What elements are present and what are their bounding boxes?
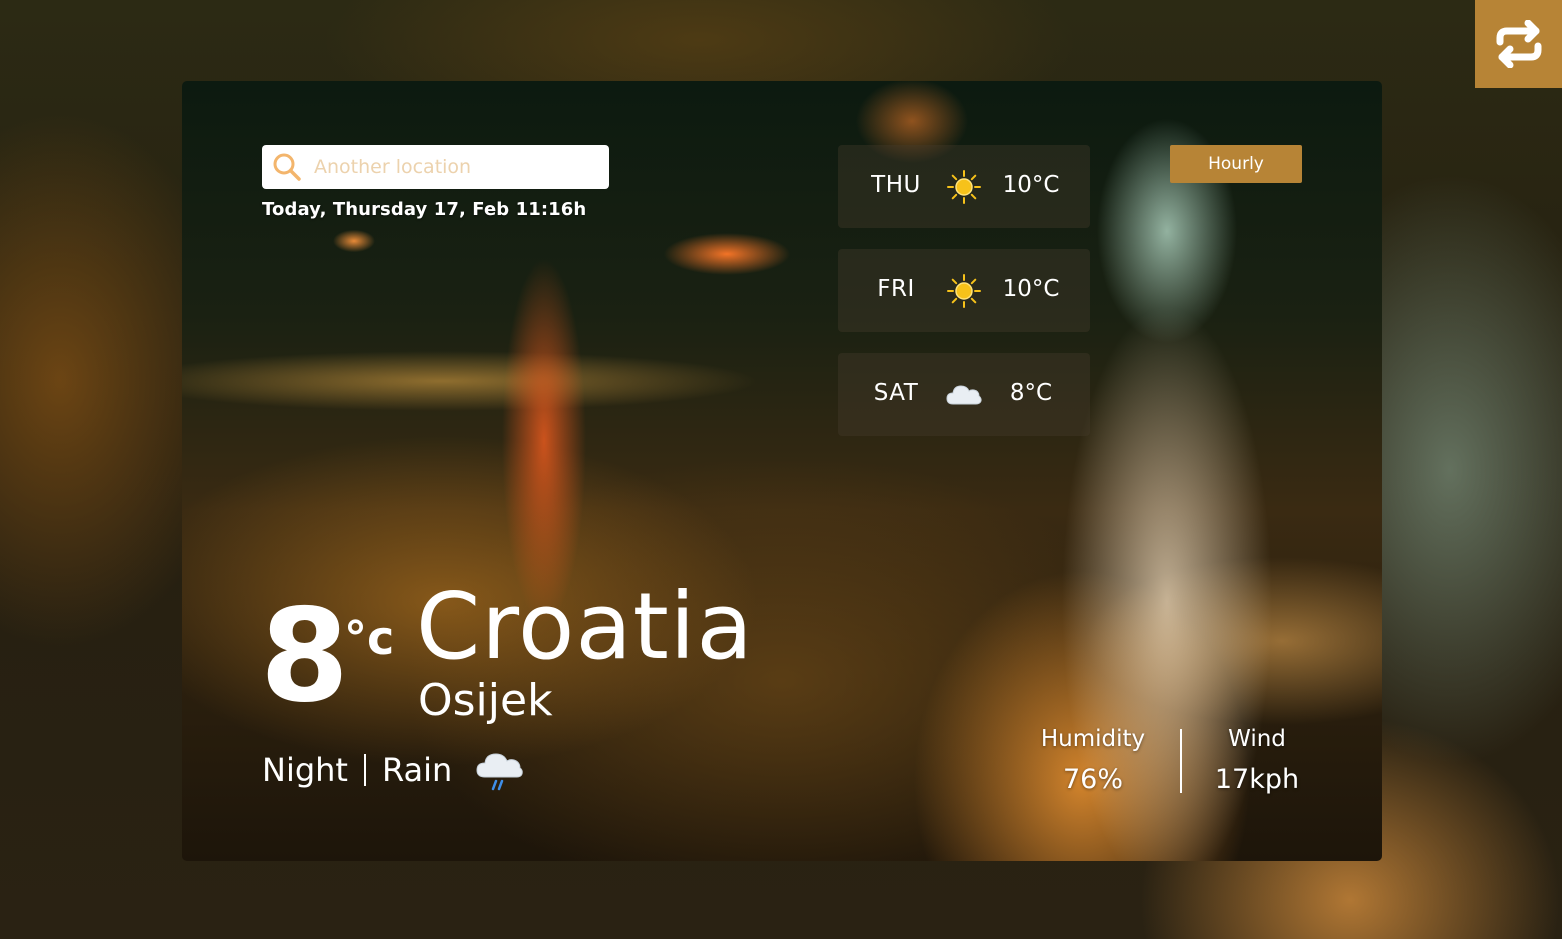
weather-stats: Humidity 76% Wind 17kph (1022, 725, 1312, 795)
forecast-item-fri: FRI 10°C (838, 249, 1090, 332)
forecast-temp: 8°C (1009, 380, 1053, 406)
wind-stat: Wind 17kph (1192, 725, 1322, 797)
forecast-item-sat: SAT 8°C (838, 353, 1090, 436)
current-temperature: 8 (260, 582, 349, 731)
wind-value: 17kph (1214, 764, 1300, 795)
search-icon (273, 153, 301, 181)
rain-cloud-icon (476, 753, 524, 791)
temperature-unit: °c (344, 611, 395, 665)
humidity-label: Humidity (1040, 726, 1146, 752)
forecast-day: FRI (877, 276, 915, 302)
forecast-day: SAT (873, 380, 919, 406)
time-of-day: Night (262, 751, 348, 789)
forecast-temp: 10°C (1002, 276, 1060, 302)
forecast-day: THU (871, 172, 921, 198)
repeat-icon (1496, 20, 1541, 68)
current-condition: Night Rain (262, 745, 524, 795)
search-input[interactable] (314, 156, 594, 178)
humidity-stat: Humidity 76% (1028, 725, 1158, 797)
swap-button[interactable] (1475, 0, 1562, 88)
current-date: Today, Thursday 17, Feb 11:16h (262, 199, 587, 220)
cloud-icon (946, 385, 982, 405)
forecast-item-thu: THU 10°C (838, 145, 1090, 228)
wind-label: Wind (1228, 726, 1286, 752)
hourly-button[interactable]: Hourly (1170, 145, 1302, 183)
country-name: Croatia (416, 573, 754, 680)
search-box[interactable] (262, 145, 609, 189)
humidity-value: 76% (1062, 764, 1123, 795)
weather-card: Today, Thursday 17, Feb 11:16h THU 10°C (182, 81, 1382, 861)
weather-condition: Rain (381, 751, 453, 789)
stats-divider (1180, 729, 1182, 793)
forecast-temp: 10°C (1002, 172, 1060, 198)
sun-icon (947, 274, 981, 308)
forecast-list: THU 10°C FRI 10°C SAT 8°C (838, 145, 1090, 457)
sun-icon (947, 170, 981, 204)
condition-divider (363, 754, 366, 786)
city-name: Osijek (418, 675, 553, 726)
